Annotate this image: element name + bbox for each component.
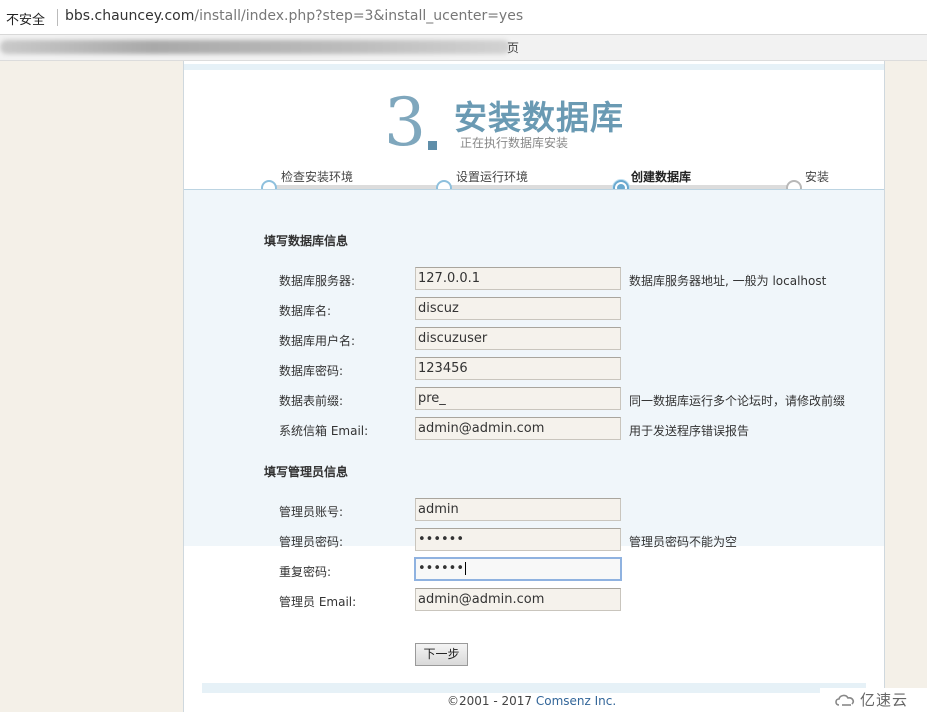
top-stripe <box>184 64 884 70</box>
db-name-label: 数据库名: <box>279 304 332 318</box>
install-panel: 3 安装数据库 正在执行数据库安装 检查安装环境 设置运行环境 创建数据库 安装… <box>183 61 885 712</box>
footer-copyright: ©2001 - 2017 Comsenz Inc. <box>447 694 616 708</box>
admin-password-hint: 管理员密码不能为空 <box>629 535 738 549</box>
watermark: 亿速云 <box>820 688 927 712</box>
db-password-input[interactable]: 123456 <box>415 357 621 380</box>
step-label-install: 安装 <box>805 170 830 184</box>
admin-account-input[interactable]: admin <box>415 498 621 521</box>
db-section-title: 填写数据库信息 <box>264 234 349 248</box>
step-label-create-db: 创建数据库 <box>631 170 692 184</box>
table-prefix-input[interactable]: pre_ <box>415 387 621 410</box>
admin-account-label: 管理员账号: <box>279 505 344 519</box>
step-label-check-env: 检查安装环境 <box>281 170 354 184</box>
db-user-label: 数据库用户名: <box>279 334 356 348</box>
repeat-password-value: •••••• <box>418 561 465 576</box>
next-step-button[interactable]: 下一步 <box>415 643 468 666</box>
db-host-hint: 数据库服务器地址, 一般为 localhost <box>629 274 827 288</box>
db-host-input[interactable]: 127.0.0.1 <box>415 267 621 290</box>
admin-password-input[interactable]: •••••• <box>415 528 621 551</box>
table-prefix-label: 数据表前缀: <box>279 394 344 408</box>
db-host-label: 数据库服务器: <box>279 274 356 288</box>
copyright-text: ©2001 - 2017 <box>447 694 536 708</box>
system-email-hint: 用于发送程序错误报告 <box>629 424 750 438</box>
footer-stripe <box>202 683 866 693</box>
step-number-dot <box>428 141 437 150</box>
db-name-input[interactable]: discuz <box>415 297 621 320</box>
bookmarks-bar: 页 <box>0 35 927 61</box>
system-email-input[interactable]: admin@admin.com <box>415 417 621 440</box>
page-title: 安装数据库 <box>454 98 624 137</box>
step-label-runtime-env: 设置运行环境 <box>456 170 529 184</box>
address-bar[interactable]: 不安全 bbs.chauncey.com/install/index.php?s… <box>0 0 927 35</box>
table-prefix-hint: 同一数据库运行多个论坛时，请修改前缀 <box>629 394 846 408</box>
address-divider <box>57 9 58 26</box>
company-link[interactable]: Comsenz Inc. <box>536 694 616 708</box>
db-user-input[interactable]: discuzuser <box>415 327 621 350</box>
db-password-label: 数据库密码: <box>279 364 344 378</box>
blurred-bookmarks <box>0 40 510 54</box>
url-text[interactable]: bbs.chauncey.com/install/index.php?step=… <box>65 8 523 24</box>
system-email-label: 系统信箱 Email: <box>279 424 369 438</box>
watermark-text: 亿速云 <box>860 691 909 709</box>
admin-email-label: 管理员 Email: <box>279 595 357 609</box>
bookmark-fragment[interactable]: 页 <box>507 39 519 56</box>
url-path: /install/index.php?step=3&install_ucente… <box>194 8 524 24</box>
cloud-logo-icon <box>835 694 855 706</box>
step-number: 3 <box>384 84 426 161</box>
admin-section-title: 填写管理员信息 <box>264 465 349 479</box>
repeat-password-label: 重复密码: <box>279 565 332 579</box>
admin-email-input[interactable]: admin@admin.com <box>415 588 621 611</box>
text-caret <box>465 562 467 575</box>
admin-password-label: 管理员密码: <box>279 535 344 549</box>
page-subtitle: 正在执行数据库安装 <box>460 136 569 150</box>
repeat-password-input[interactable]: •••••• <box>414 557 622 581</box>
url-host: bbs.chauncey.com <box>65 8 195 24</box>
security-indicator[interactable]: 不安全 <box>6 9 45 28</box>
